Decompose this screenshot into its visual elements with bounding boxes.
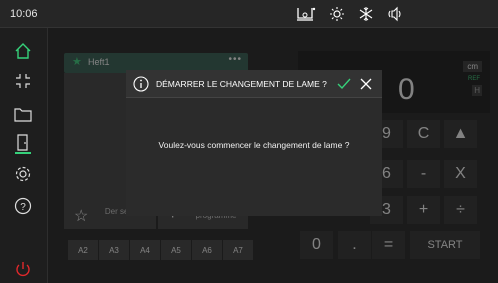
file-name: Heft1 (88, 57, 110, 67)
clock: 10:06 (10, 8, 38, 20)
sound-icon[interactable] (387, 6, 403, 22)
star-outline-icon: ☆ (74, 208, 89, 225)
info-icon (133, 76, 149, 97)
key-clear[interactable]: C (407, 120, 440, 148)
settings-icon[interactable] (12, 163, 34, 185)
key-eject[interactable]: ▲ (444, 120, 477, 148)
start-button[interactable]: START (410, 231, 480, 259)
key-multiply[interactable]: X (444, 160, 477, 188)
key-0[interactable]: 0 (300, 231, 333, 259)
dialog-title: DÉMARRER LE CHANGEMENT DE LAME ? (156, 79, 327, 89)
folder-icon[interactable] (12, 103, 34, 125)
key-divide[interactable]: ÷ (444, 196, 477, 224)
dialog-message: Voulez-vous commencer le changement de l… (158, 140, 350, 150)
power-icon[interactable] (12, 258, 34, 280)
help-icon[interactable]: ? (12, 195, 34, 217)
unit-badge[interactable]: cm (463, 61, 482, 72)
program-a3[interactable]: A3 (99, 240, 129, 260)
door-icon[interactable] (12, 133, 34, 155)
key-decimal[interactable]: . (338, 231, 371, 259)
display-value: 0 (398, 73, 415, 106)
program-a4[interactable]: A4 (130, 240, 160, 260)
home-icon[interactable] (12, 40, 34, 62)
dialog-header: DÉMARRER LE CHANGEMENT DE LAME ? (126, 70, 382, 98)
mode-badge[interactable]: H (472, 85, 482, 96)
star-icon: ★ (72, 56, 82, 68)
key-minus[interactable]: - (407, 160, 440, 188)
status-icons (296, 5, 403, 23)
more-icon[interactable]: ••• (228, 54, 242, 65)
program-a7[interactable]: A7 (223, 240, 253, 260)
program-a6[interactable]: A6 (192, 240, 222, 260)
ref-label: REF (468, 76, 480, 82)
program-a5[interactable]: A5 (161, 240, 191, 260)
key-equals[interactable]: = (372, 231, 405, 259)
close-icon[interactable] (358, 76, 374, 97)
sidebar: ? (0, 28, 48, 283)
vent-icon[interactable] (358, 6, 374, 22)
machine-icon[interactable] (296, 6, 316, 22)
top-bar: 10:06 (0, 0, 498, 28)
key-plus[interactable]: + (407, 196, 440, 224)
blade-change-dialog: DÉMARRER LE CHANGEMENT DE LAME ? Voulez-… (126, 70, 382, 216)
program-row: A2 A3 A4 A5 A6 A7 (68, 240, 253, 260)
light-icon[interactable] (329, 6, 345, 22)
svg-text:?: ? (20, 202, 26, 213)
expand-icon[interactable] (12, 70, 34, 92)
confirm-check-icon[interactable] (336, 76, 352, 97)
program-a2[interactable]: A2 (68, 240, 98, 260)
